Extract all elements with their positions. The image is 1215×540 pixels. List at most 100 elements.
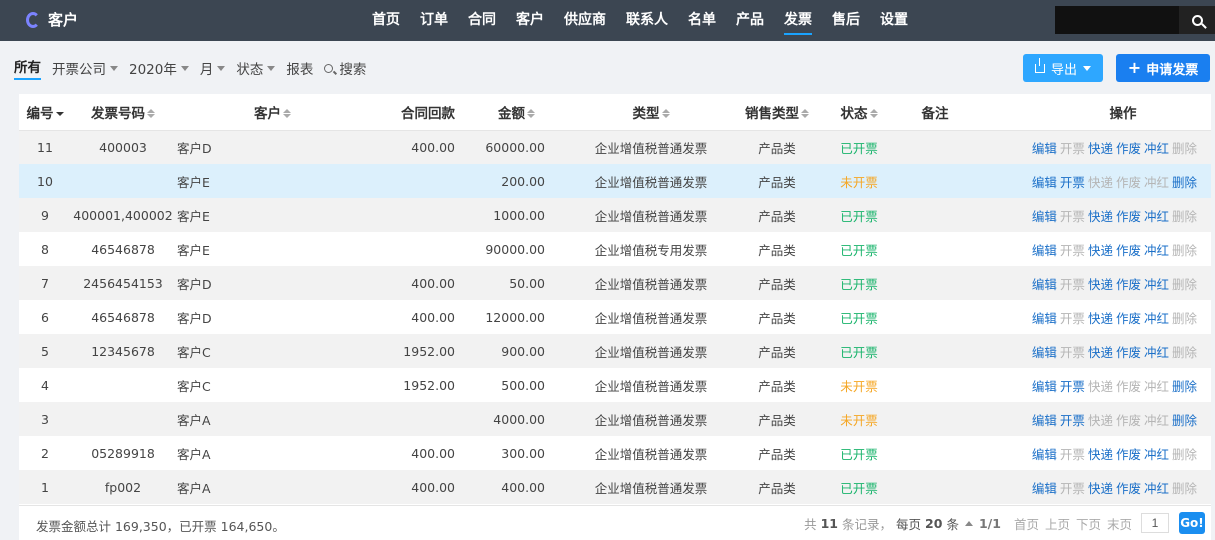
app-logo[interactable]: 客户 <box>26 9 78 30</box>
page-number-input[interactable] <box>1141 513 1169 533</box>
row-action-2[interactable]: 快递 <box>1088 240 1113 259</box>
row-action-4[interactable]: 冲红 <box>1144 342 1169 361</box>
row-action-4[interactable]: 冲红 <box>1144 206 1169 225</box>
row-action-3[interactable]: 作废 <box>1116 206 1141 225</box>
table-row[interactable]: 8 46546878 客户E 90000.00 企业增值税专用发票 产品类 已开票 编辑 开票快… <box>19 232 1211 266</box>
row-action-1[interactable]: 开票 <box>1060 376 1085 395</box>
nav-item-3[interactable]: 客户 <box>506 0 554 41</box>
row-action-4[interactable]: 冲红 <box>1144 240 1169 259</box>
table-row[interactable]: 7 2456454153 客户D 400.00 50.00 企业增值税普通发票 产品类 已开票… <box>19 266 1211 300</box>
global-search-input[interactable] <box>1055 6 1179 34</box>
cell-invoice-no <box>71 164 175 198</box>
nav-item-5[interactable]: 联系人 <box>616 0 678 41</box>
apply-invoice-button[interactable]: + 申请发票 <box>1116 54 1210 82</box>
row-action-4[interactable]: 冲红 <box>1144 274 1169 293</box>
cell-status: 已开票 <box>823 266 895 300</box>
row-action-2[interactable]: 快递 <box>1088 308 1113 327</box>
row-action-0[interactable]: 编辑 <box>1032 172 1057 191</box>
col-header-status[interactable]: 状态 <box>823 94 895 131</box>
table-row[interactable]: 1 fp002 客户A 400.00 400.00 企业增值税普通发票 产品类 已开票 编辑 开票… <box>19 470 1211 504</box>
table-row[interactable]: 9 400001,400002 客户E 1000.00 企业增值税普通发票 产品类 已开票 编… <box>19 198 1211 232</box>
table-row[interactable]: 3 客户A 4000.00 企业增值税普通发票 产品类 未开票 编辑 开票 快递 作废 冲红 删除 <box>19 402 1211 436</box>
row-action-0[interactable]: 编辑 <box>1032 342 1057 361</box>
row-action-0[interactable]: 编辑 <box>1032 410 1057 429</box>
row-action-2[interactable]: 快递 <box>1088 206 1113 225</box>
filter-year[interactable]: 2020年 <box>129 58 189 78</box>
table-row[interactable]: 11 400003 客户D 400.00 60000.00 企业增值税普通发票 产品类 已开票… <box>19 130 1211 164</box>
col-header-id[interactable]: 编号 <box>19 94 71 131</box>
col-header-type[interactable]: 类型 <box>571 94 731 131</box>
chevron-up-icon[interactable] <box>964 520 973 526</box>
export-button[interactable]: 导出 <box>1023 54 1103 82</box>
filter-month[interactable]: 月 <box>200 58 226 78</box>
row-action-5: 删除 <box>1171 276 1197 292</box>
filter-all[interactable]: 所有 <box>14 56 41 80</box>
row-action-0[interactable]: 编辑 <box>1032 376 1057 395</box>
cell-status: 已开票 <box>823 470 895 504</box>
row-action-2[interactable]: 快递 <box>1088 478 1113 497</box>
row-action-1[interactable]: 开票 <box>1060 410 1085 429</box>
first-page-link[interactable]: 首页 <box>1014 514 1039 533</box>
row-action-0[interactable]: 编辑 <box>1032 274 1057 293</box>
row-action-3[interactable]: 作废 <box>1116 342 1141 361</box>
filter-status[interactable]: 状态 <box>236 58 276 78</box>
per-page-value[interactable]: 20 <box>925 516 942 531</box>
cell-id: 5 <box>19 334 71 368</box>
app-title: 客户 <box>48 11 79 29</box>
nav-item-2[interactable]: 合同 <box>458 0 506 41</box>
row-action-3[interactable]: 作废 <box>1116 274 1141 293</box>
row-action-0[interactable]: 编辑 <box>1032 444 1057 463</box>
row-action-3[interactable]: 作废 <box>1116 308 1141 327</box>
col-header-sales-type[interactable]: 销售类型 <box>731 94 823 131</box>
row-action-2[interactable]: 快递 <box>1088 342 1113 361</box>
row-action-2[interactable]: 快递 <box>1088 444 1113 463</box>
row-action-0[interactable]: 编辑 <box>1032 240 1057 259</box>
row-action-2[interactable]: 快递 <box>1088 138 1113 157</box>
filter-search-label: 搜索 <box>339 62 367 78</box>
col-header-customer[interactable]: 客户 <box>175 94 311 131</box>
table-row[interactable]: 2 05289918 客户A 400.00 300.00 企业增值税普通发票 产品类 已开票 编… <box>19 436 1211 470</box>
prev-page-link[interactable]: 上页 <box>1045 514 1070 533</box>
row-action-4[interactable]: 冲红 <box>1144 478 1169 497</box>
table-row[interactable]: 6 46546878 客户D 400.00 12000.00 企业增值税普通发票 产品类 已开… <box>19 300 1211 334</box>
row-action-5[interactable]: 删除 <box>1172 172 1197 191</box>
row-action-2: 快递 <box>1087 412 1113 428</box>
row-action-4[interactable]: 冲红 <box>1144 308 1169 327</box>
filter-company[interactable]: 开票公司 <box>52 58 118 78</box>
filter-report[interactable]: 报表 <box>286 58 313 78</box>
row-action-1[interactable]: 开票 <box>1060 172 1085 191</box>
row-action-0[interactable]: 编辑 <box>1032 478 1057 497</box>
nav-item-4[interactable]: 供应商 <box>554 0 616 41</box>
row-action-5[interactable]: 删除 <box>1172 376 1197 395</box>
table-row[interactable]: 5 12345678 客户C 1952.00 900.00 企业增值税普通发票 产品类 已开票… <box>19 334 1211 368</box>
cell-type: 企业增值税普通发票 <box>571 164 731 198</box>
filter-search[interactable]: 搜索 <box>324 58 366 78</box>
nav-item-7[interactable]: 产品 <box>726 0 774 41</box>
row-action-4[interactable]: 冲红 <box>1144 138 1169 157</box>
row-action-3[interactable]: 作废 <box>1116 478 1141 497</box>
go-button[interactable]: Go! <box>1179 512 1205 534</box>
row-action-5[interactable]: 删除 <box>1172 410 1197 429</box>
row-action-2[interactable]: 快递 <box>1088 274 1113 293</box>
next-page-link[interactable]: 下页 <box>1076 514 1101 533</box>
row-action-3[interactable]: 作废 <box>1116 444 1141 463</box>
row-action-0[interactable]: 编辑 <box>1032 138 1057 157</box>
cell-remark <box>895 436 975 470</box>
row-action-3[interactable]: 作废 <box>1116 240 1141 259</box>
row-action-3[interactable]: 作废 <box>1116 138 1141 157</box>
nav-item-10[interactable]: 设置 <box>870 0 918 41</box>
table-row[interactable]: 10 客户E 200.00 企业增值税普通发票 产品类 未开票 编辑 开票 快递 作废 冲红 删除 <box>19 164 1211 198</box>
nav-item-8[interactable]: 发票 <box>774 0 822 41</box>
col-header-invoice-no[interactable]: 发票号码 <box>71 94 175 131</box>
nav-item-1[interactable]: 订单 <box>410 0 458 41</box>
nav-item-0[interactable]: 首页 <box>362 0 410 41</box>
row-action-4[interactable]: 冲红 <box>1144 444 1169 463</box>
nav-item-9[interactable]: 售后 <box>822 0 870 41</box>
last-page-link[interactable]: 末页 <box>1107 514 1132 533</box>
col-header-amount[interactable]: 金额 <box>471 94 571 131</box>
table-row[interactable]: 4 客户C 1952.00 500.00 企业增值税普通发票 产品类 未开票 编辑 开票 快递 作废… <box>19 368 1211 402</box>
global-search-button[interactable] <box>1179 6 1215 34</box>
nav-item-6[interactable]: 名单 <box>678 0 726 41</box>
row-action-0[interactable]: 编辑 <box>1032 206 1057 225</box>
row-action-0[interactable]: 编辑 <box>1032 308 1057 327</box>
